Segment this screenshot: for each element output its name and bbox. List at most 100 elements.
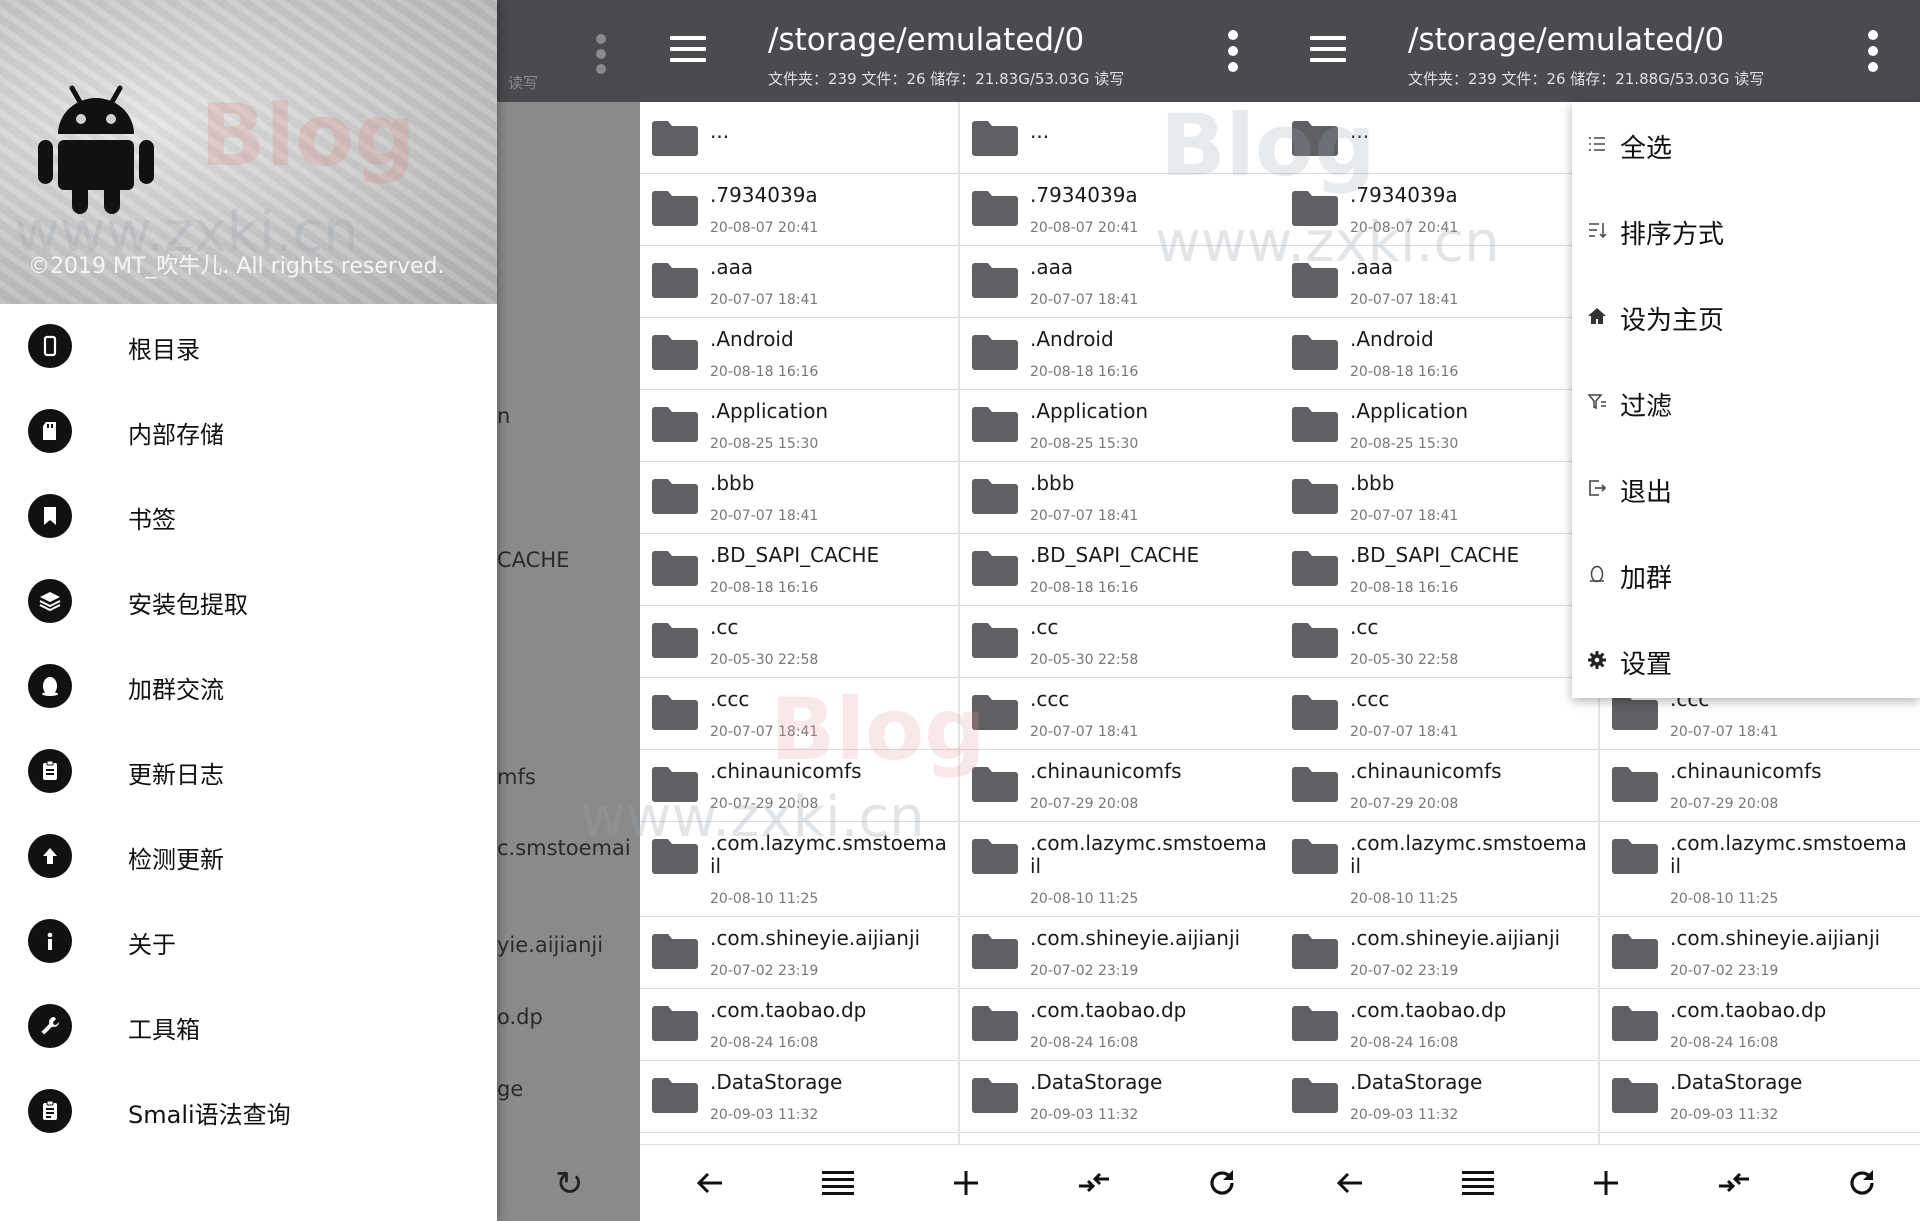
file-row[interactable]: .com.taobao.dp 20-08-24 16:08 xyxy=(640,989,958,1061)
file-row[interactable]: .Application 20-08-25 15:30 xyxy=(1280,390,1598,462)
more-vert-icon[interactable] xyxy=(1866,30,1880,72)
file-row[interactable]: .com.lazymc.smstoemail 20-08-10 11:25 xyxy=(1280,822,1598,917)
menu-icon[interactable] xyxy=(1310,36,1346,62)
file-row[interactable]: .BD_SAPI_CACHE 20-08-18 16:16 xyxy=(960,534,1280,606)
file-row[interactable]: .com.lazymc.smstoemail 20-08-10 11:25 xyxy=(1600,822,1920,917)
gear-icon xyxy=(1586,649,1608,671)
file-row[interactable]: .Android 20-08-18 16:16 xyxy=(1280,318,1598,390)
file-row[interactable]: .cc 20-05-30 22:58 xyxy=(640,606,958,678)
file-row[interactable]: .com.shineyie.aijianji 20-07-02 23:19 xyxy=(1280,917,1598,989)
file-browser-panel: /storage/emulated/0 文件夹：239 文件：26 储存：21.… xyxy=(640,0,1280,1221)
file-row[interactable]: .chinaunicomfs 20-07-29 20:08 xyxy=(1600,750,1920,822)
file-row[interactable]: .bbb 20-07-07 18:41 xyxy=(1280,462,1598,534)
file-row[interactable]: .cc 20-05-30 22:58 xyxy=(1280,606,1598,678)
menu-item-settings[interactable]: 设置 xyxy=(1572,618,1920,704)
file-row[interactable]: .aaa 20-07-07 18:41 xyxy=(1280,246,1598,318)
file-row[interactable]: .DataStorage 20-09-03 11:32 xyxy=(1280,1061,1598,1133)
refresh-icon[interactable] xyxy=(1840,1161,1884,1205)
back-arrow-icon[interactable] xyxy=(1328,1161,1372,1205)
nav-label: 更新日志 xyxy=(128,761,224,789)
file-row[interactable]: .chinaunicomfs 20-07-29 20:08 xyxy=(1280,750,1598,822)
file-row[interactable]: .aaa 20-07-07 18:41 xyxy=(960,246,1280,318)
back-arrow-icon[interactable] xyxy=(688,1161,732,1205)
menu-item-select-all[interactable]: 全选 xyxy=(1572,102,1920,188)
file-date: 20-07-07 18:41 xyxy=(710,508,819,524)
file-date: 20-08-10 11:25 xyxy=(710,891,819,907)
file-row[interactable]: ... xyxy=(960,102,1280,174)
file-row[interactable]: .bbb 20-07-07 18:41 xyxy=(640,462,958,534)
list-icon[interactable] xyxy=(816,1161,860,1205)
file-row[interactable]: .7934039a 20-08-07 20:41 xyxy=(960,174,1280,246)
file-row[interactable]: .cc 20-05-30 22:58 xyxy=(960,606,1280,678)
file-row[interactable]: .DataStorage 20-09-03 11:32 xyxy=(960,1061,1280,1133)
nav-item-smali-reference[interactable]: Smali语法查询 xyxy=(0,1075,497,1145)
file-row[interactable]: .com.lazymc.smstoemail 20-08-10 11:25 xyxy=(960,822,1280,917)
nav-item-join-group[interactable]: 加群交流 xyxy=(0,650,497,720)
file-name: .7934039a xyxy=(1030,183,1138,207)
file-row[interactable]: .BD_SAPI_CACHE 20-08-18 16:16 xyxy=(640,534,958,606)
file-row[interactable]: .chinaunicomfs 20-07-29 20:08 xyxy=(640,750,958,822)
file-date: 20-07-02 23:19 xyxy=(1670,963,1779,979)
file-row[interactable]: .DataStorage 20-09-03 11:32 xyxy=(1600,1061,1920,1133)
menu-label: 设置 xyxy=(1620,650,1673,680)
menu-item-filter[interactable]: 过滤 xyxy=(1572,360,1920,446)
menu-item-exit[interactable]: 退出 xyxy=(1572,446,1920,532)
file-name: ... xyxy=(1350,119,1370,143)
file-row[interactable]: .com.taobao.dp 20-08-24 16:08 xyxy=(960,989,1280,1061)
storage-info: 文件夹：239 文件：26 储存：21.88G/53.03G 读写 xyxy=(1408,70,1765,88)
file-row[interactable]: .ccc 20-07-07 18:41 xyxy=(960,678,1280,750)
menu-item-join-group[interactable]: 加群 xyxy=(1572,532,1920,618)
bottom-bar xyxy=(640,1144,1280,1221)
refresh-icon[interactable] xyxy=(1200,1161,1244,1205)
file-row[interactable]: .Application 20-08-25 15:30 xyxy=(640,390,958,462)
file-row[interactable]: .com.shineyie.aijianji 20-07-02 23:19 xyxy=(1600,917,1920,989)
file-row[interactable]: .com.shineyie.aijianji 20-07-02 23:19 xyxy=(960,917,1280,989)
more-vert-icon xyxy=(594,34,608,74)
nav-item-root[interactable]: 根目录 xyxy=(0,310,497,380)
swap-icon[interactable] xyxy=(1712,1161,1756,1205)
nav-item-internal-storage[interactable]: 内部存储 xyxy=(0,395,497,465)
file-name: .com.shineyie.aijianji xyxy=(1350,926,1561,950)
file-row[interactable]: .bbb 20-07-07 18:41 xyxy=(960,462,1280,534)
swap-icon[interactable] xyxy=(1072,1161,1116,1205)
nav-item-toolbox[interactable]: 工具箱 xyxy=(0,990,497,1060)
file-row[interactable]: .ccc 20-07-07 18:41 xyxy=(640,678,958,750)
nav-item-changelog[interactable]: 更新日志 xyxy=(0,735,497,805)
add-icon[interactable] xyxy=(1584,1161,1628,1205)
file-row[interactable]: .7934039a 20-08-07 20:41 xyxy=(1280,174,1598,246)
file-row[interactable]: .ccc 20-07-07 18:41 xyxy=(1280,678,1598,750)
list-icon[interactable] xyxy=(1456,1161,1500,1205)
file-row[interactable]: .BD_SAPI_CACHE 20-08-18 16:16 xyxy=(1280,534,1598,606)
nav-item-check-update[interactable]: 检测更新 xyxy=(0,820,497,890)
file-date: 20-08-24 16:08 xyxy=(1030,1035,1139,1051)
file-name: .cc xyxy=(1030,615,1059,639)
exit-icon xyxy=(1586,477,1608,499)
file-row[interactable]: .Application 20-08-25 15:30 xyxy=(960,390,1280,462)
menu-icon[interactable] xyxy=(670,36,706,62)
add-icon[interactable] xyxy=(944,1161,988,1205)
menu-item-sort[interactable]: 排序方式 xyxy=(1572,188,1920,274)
nav-item-about[interactable]: 关于 xyxy=(0,905,497,975)
file-date: 20-08-24 16:08 xyxy=(1670,1035,1779,1051)
file-row[interactable]: ... xyxy=(1280,102,1598,174)
menu-label: 加群 xyxy=(1620,564,1673,594)
file-date: 20-08-25 15:30 xyxy=(1350,436,1459,452)
file-row[interactable]: .aaa 20-07-07 18:41 xyxy=(640,246,958,318)
file-date: 20-08-07 20:41 xyxy=(710,220,819,236)
nav-item-apk-extract[interactable]: 安装包提取 xyxy=(0,565,497,635)
nav-item-bookmarks[interactable]: 书签 xyxy=(0,480,497,550)
menu-item-set-home[interactable]: 设为主页 xyxy=(1572,274,1920,360)
file-row[interactable]: ... xyxy=(640,102,958,174)
more-vert-icon[interactable] xyxy=(1226,30,1240,72)
file-row[interactable]: .com.taobao.dp 20-08-24 16:08 xyxy=(1600,989,1920,1061)
file-row[interactable]: .DataStorage 20-09-03 11:32 xyxy=(640,1061,958,1133)
file-row[interactable]: .com.lazymc.smstoemail 20-08-10 11:25 xyxy=(640,822,958,917)
file-name: .bbb xyxy=(1350,471,1395,495)
nav-label: Smali语法查询 xyxy=(128,1101,291,1129)
file-row[interactable]: .7934039a 20-08-07 20:41 xyxy=(640,174,958,246)
file-row[interactable]: .com.taobao.dp 20-08-24 16:08 xyxy=(1280,989,1598,1061)
file-row[interactable]: .chinaunicomfs 20-07-29 20:08 xyxy=(960,750,1280,822)
file-row[interactable]: .Android 20-08-18 16:16 xyxy=(960,318,1280,390)
file-row[interactable]: .com.shineyie.aijianji 20-07-02 23:19 xyxy=(640,917,958,989)
file-row[interactable]: .Android 20-08-18 16:16 xyxy=(640,318,958,390)
